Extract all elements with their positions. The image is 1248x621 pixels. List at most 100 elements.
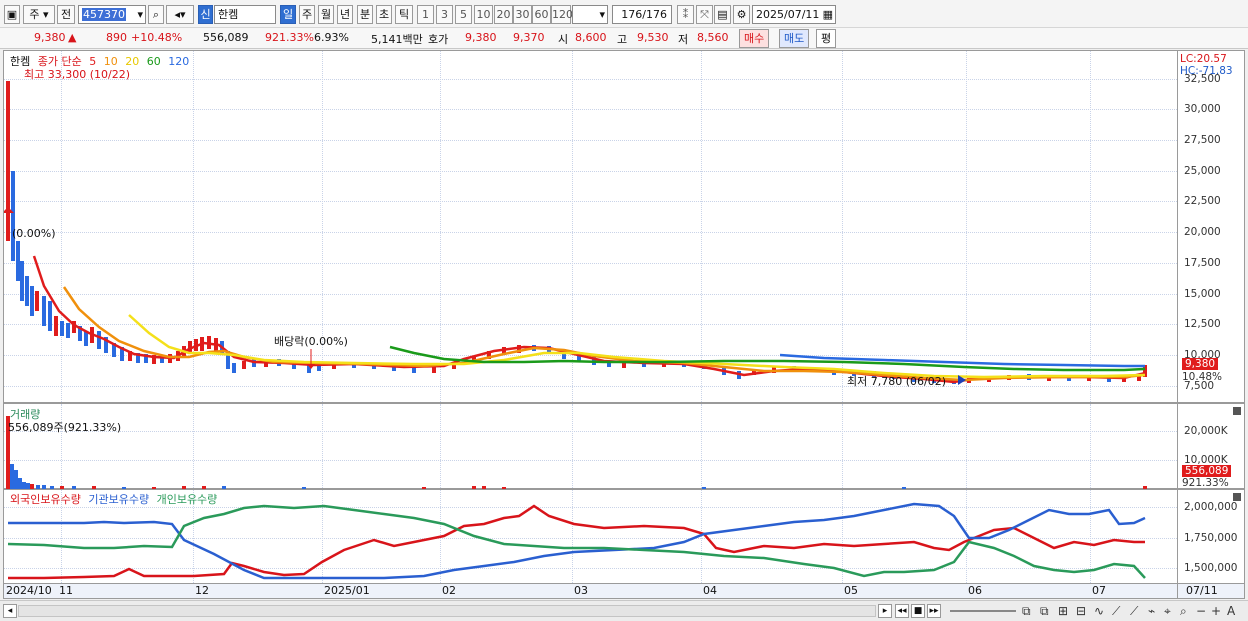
legend-individual: 개인보유수량 xyxy=(156,493,218,506)
zoom-slider[interactable] xyxy=(950,610,1016,612)
count-total: /176 xyxy=(642,8,667,21)
current-volume-pct: 921.33% xyxy=(1182,477,1229,489)
draw-icon[interactable]: ⌁ xyxy=(1148,604,1155,618)
eval-button[interactable]: 평 xyxy=(816,29,837,48)
interval-120[interactable]: 120 xyxy=(551,5,573,24)
lc-label: LC:20.57 xyxy=(1180,53,1227,65)
candle xyxy=(97,331,101,349)
candle xyxy=(42,296,46,326)
scrollbar-track[interactable] xyxy=(18,605,876,617)
open-price: 8,600 xyxy=(575,31,607,44)
candle xyxy=(30,286,34,316)
x-tick: 2024/10 xyxy=(6,584,52,597)
close-icon[interactable] xyxy=(1233,407,1241,415)
speaker-icon[interactable]: ◂▾ xyxy=(166,5,194,24)
grid-icon[interactable]: ⊟ xyxy=(1076,604,1086,618)
holding-panel[interactable]: 외국인보유수량 기관보유수량 개인보유수량 xyxy=(3,489,1178,584)
change-arrow: ▲ xyxy=(68,31,77,44)
candle xyxy=(6,81,10,241)
interval-3[interactable]: 3 xyxy=(436,5,453,24)
save-icon[interactable]: ▤ xyxy=(714,5,731,24)
high-price: 9,530 xyxy=(637,31,669,44)
change-value: 890 xyxy=(106,31,127,44)
stock-code-input[interactable]: 457370 ▾ xyxy=(78,5,146,24)
high-label: 고 xyxy=(617,33,628,46)
volume-panel[interactable]: 거래량 556,089주(921.33%) xyxy=(3,403,1178,490)
dividend-note: 배당락(0.00%) xyxy=(274,335,348,348)
candle xyxy=(66,323,70,338)
price-panel[interactable]: 한켐 종가 단순 5 10 20 60 120 최고 33,300 (10/22… xyxy=(3,50,1178,403)
grid-icon[interactable]: ⊞ xyxy=(1058,604,1068,618)
search-icon[interactable]: ⌕ xyxy=(148,5,164,24)
candle-icon[interactable]: ⁑ xyxy=(677,5,694,24)
volume-percent: 921.33% xyxy=(265,31,314,44)
timeframe-minute[interactable]: 분 xyxy=(357,5,373,24)
count-field[interactable]: 176/176 xyxy=(612,5,672,24)
candle xyxy=(242,361,246,369)
period-label: 주 xyxy=(29,8,40,21)
crosshair-icon[interactable]: ⤧ xyxy=(696,5,713,24)
scroll-left-icon[interactable]: ◂ xyxy=(3,604,17,618)
fast-forward-icon[interactable]: ▸▸ xyxy=(927,604,941,618)
calendar-icon[interactable]: ▦ xyxy=(823,6,835,23)
timeframe-year[interactable]: 년 xyxy=(337,5,353,24)
close-icon[interactable] xyxy=(1233,493,1241,501)
y-tick: 27,500 xyxy=(1184,134,1221,146)
plus-icon[interactable]: + xyxy=(1211,604,1221,618)
draw-icon[interactable]: ∿ xyxy=(1094,604,1104,618)
interval-1[interactable]: 1 xyxy=(417,5,434,24)
timeframe-day[interactable]: 일 xyxy=(280,5,296,24)
minus-icon[interactable]: − xyxy=(1196,604,1206,618)
interval-10[interactable]: 10 xyxy=(474,5,493,24)
bottom-bar: ◂ ▸ ◂◂ ■ ▸▸ ⧉ ⧉ ⊞ ⊟ ∿ ⟋ ⟋ ⌁ ⌖ ⌕ − + A xyxy=(0,600,1248,621)
volume-bar xyxy=(14,470,18,490)
volume-value: 556,089 xyxy=(203,31,249,44)
toolbar: ▣ 주 ▾ 전 457370 ▾ ⌕ ◂▾ 신 한켐 일 주 월 년 분 초 틱… xyxy=(0,0,1248,28)
sell-button[interactable]: 매도 xyxy=(779,29,810,48)
layout-icon[interactable]: ⧉ xyxy=(1040,604,1049,619)
gear-icon[interactable]: ⚙ xyxy=(733,5,750,24)
x-tick: 03 xyxy=(574,584,588,597)
scroll-right-icon[interactable]: ▸ xyxy=(878,604,892,618)
y-tick: 12,500 xyxy=(1184,318,1221,330)
candle xyxy=(432,367,436,373)
chevron-down-icon[interactable]: ▾ xyxy=(137,6,145,23)
count-value: 176 xyxy=(621,8,643,21)
candle xyxy=(232,363,236,373)
zoom-icon[interactable]: ⌕ xyxy=(1180,604,1187,619)
buy-button[interactable]: 매수 xyxy=(739,29,770,48)
timeframe-month[interactable]: 월 xyxy=(318,5,334,24)
current-volume-tag: 556,089 xyxy=(1182,465,1232,477)
timeframe-tick[interactable]: 틱 xyxy=(395,5,413,24)
stock-name-field[interactable]: 한켐 xyxy=(214,5,276,24)
x-tick: 05 xyxy=(844,584,858,597)
interval-5[interactable]: 5 xyxy=(455,5,472,24)
quote-bar: 9,380 ▲ 890 +10.48% 556,089 921.33% 6.93… xyxy=(0,28,1248,49)
stop-icon[interactable]: ■ xyxy=(911,604,925,618)
bid-price-1: 9,380 xyxy=(465,31,497,44)
amount-value: 5,141백만 xyxy=(371,33,423,46)
interval-60[interactable]: 60 xyxy=(532,5,551,24)
period-select[interactable]: 주 ▾ xyxy=(23,5,55,24)
layout-icon[interactable]: ⧉ xyxy=(1022,604,1031,619)
draw-icon[interactable]: ⟋ xyxy=(1130,604,1138,619)
date-input[interactable]: 2025/07/11 ▦ xyxy=(752,5,836,24)
pct-note: (0.00%) xyxy=(12,227,56,240)
timeframe-second[interactable]: 초 xyxy=(376,5,392,24)
interval-20[interactable]: 20 xyxy=(494,5,513,24)
draw-icon[interactable]: ⟋ xyxy=(1112,604,1120,619)
legend-institution: 기관보유수량 xyxy=(88,493,150,506)
custom-interval-select[interactable]: ▾ xyxy=(572,5,608,24)
prev-button[interactable]: 전 xyxy=(57,5,75,24)
interval-30[interactable]: 30 xyxy=(513,5,532,24)
volume-bar xyxy=(10,464,14,490)
timeframe-week[interactable]: 주 xyxy=(299,5,315,24)
volume-note: 556,089주(921.33%) xyxy=(8,421,122,434)
font-icon[interactable]: A xyxy=(1227,604,1235,618)
open-label: 시 xyxy=(558,33,569,46)
window-icon[interactable]: ▣ xyxy=(4,5,20,24)
rewind-icon[interactable]: ◂◂ xyxy=(895,604,909,618)
low-note: 최저 7,780 (06/02) xyxy=(847,375,947,388)
y-tick: 20,000 xyxy=(1184,226,1221,238)
crosshair-icon[interactable]: ⌖ xyxy=(1164,604,1171,619)
